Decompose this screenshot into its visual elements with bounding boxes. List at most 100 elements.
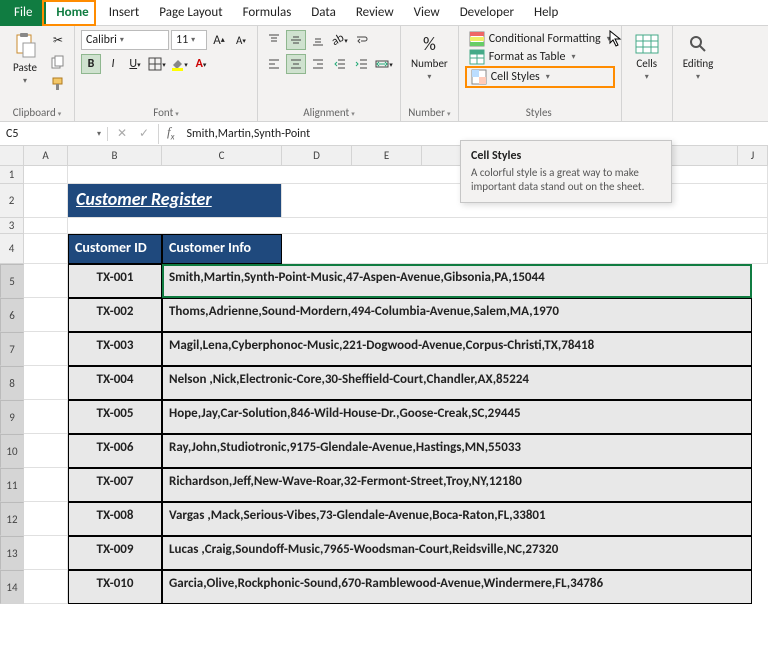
cell-styles-icon: [471, 69, 487, 85]
group-editing: Editing ▾: [673, 26, 724, 121]
tooltip-body: A colorful style is a great way to make …: [471, 166, 661, 194]
table-row[interactable]: 11TX-007Richardson,Jeff,New-Wave-Roar,32…: [0, 468, 768, 502]
group-cells: Cells ▾: [622, 26, 673, 121]
table-icon: [469, 49, 485, 65]
table-row[interactable]: 13TX-009Lucas ,Craig,Soundoff-Music,7965…: [0, 536, 768, 570]
scissors-icon: ✂: [53, 33, 63, 48]
merge-center-button[interactable]: ▾: [374, 54, 394, 74]
tab-row: File Home Insert Page Layout Formulas Da…: [0, 0, 768, 26]
tab-formulas[interactable]: Formulas: [233, 0, 302, 26]
table-row[interactable]: 14TX-010Garcia,Olive,Rockphonic-Sound,67…: [0, 570, 768, 604]
customer-id-cell: TX-010: [68, 570, 162, 604]
page-title: Customer Register: [68, 184, 281, 217]
paste-button[interactable]: Paste ▾: [6, 30, 44, 88]
customer-id-cell: TX-005: [68, 400, 162, 434]
table-row[interactable]: 6TX-002Thoms,Adrienne,Sound-Mordern,494-…: [0, 298, 768, 332]
tab-review[interactable]: Review: [346, 0, 404, 26]
formula-input[interactable]: Smith,Martin,Synth-Point: [183, 127, 768, 141]
row-header-9[interactable]: 9: [0, 400, 24, 434]
row-header-11[interactable]: 11: [0, 468, 24, 502]
border-button[interactable]: ▾: [147, 54, 167, 74]
chevron-down-icon: ▾: [427, 72, 431, 82]
tab-developer[interactable]: Developer: [450, 0, 524, 26]
font-name-select[interactable]: Calibri▾: [81, 30, 169, 50]
chevron-down-icon: ▾: [696, 72, 700, 82]
customer-id-cell: TX-008: [68, 502, 162, 536]
customer-info-cell: Lucas ,Craig,Soundoff-Music,7965-Woodsma…: [162, 536, 752, 570]
col-header-b[interactable]: B: [68, 146, 162, 166]
decrease-font-button[interactable]: A▾: [231, 30, 251, 50]
select-all-corner[interactable]: [0, 146, 24, 166]
increase-font-button[interactable]: A▴: [209, 30, 229, 50]
spreadsheet-grid[interactable]: A B C D E J 1 2 Customer Register 3 4 Cu…: [0, 146, 768, 604]
group-number: % Number ▾ Number: [401, 26, 459, 121]
enter-formula-button[interactable]: ✓: [134, 124, 154, 144]
col-header-j[interactable]: J: [738, 146, 768, 166]
row-header-3[interactable]: 3: [0, 218, 24, 234]
table-row[interactable]: 5TX-001Smith,Martin,Synth-Point-Music,47…: [0, 264, 768, 298]
align-right-button[interactable]: [308, 54, 328, 74]
table-row[interactable]: 12TX-008Vargas ,Mack,Serious-Vibes,73-Gl…: [0, 502, 768, 536]
row-header-6[interactable]: 6: [0, 298, 24, 332]
tab-file[interactable]: File: [0, 0, 46, 26]
fx-icon[interactable]: fx: [159, 124, 183, 143]
tab-view[interactable]: View: [404, 0, 450, 26]
tab-insert[interactable]: Insert: [99, 0, 150, 26]
font-size-select[interactable]: 11▾: [171, 30, 207, 50]
table-row[interactable]: 10TX-006Ray,John,Studiotronic,9175-Glend…: [0, 434, 768, 468]
align-middle-button[interactable]: [286, 30, 306, 50]
number-format-button[interactable]: % Number ▾: [407, 30, 452, 84]
table-row[interactable]: 7TX-003Magil,Lena,Cyberphonoc-Music,221-…: [0, 332, 768, 366]
row-header-4[interactable]: 4: [0, 234, 24, 264]
font-color-button[interactable]: A▾: [191, 54, 211, 74]
align-top-button[interactable]: [264, 30, 284, 50]
row-header-10[interactable]: 10: [0, 434, 24, 468]
group-clipboard: Paste ▾ ✂ Clipboard: [0, 26, 75, 121]
orientation-button[interactable]: ab▾: [330, 30, 350, 50]
align-left-button[interactable]: [264, 54, 284, 74]
row-header-7[interactable]: 7: [0, 332, 24, 366]
underline-button[interactable]: U▾: [125, 54, 145, 74]
col-header-a[interactable]: A: [24, 146, 68, 166]
conditional-formatting-button[interactable]: Conditional Formatting▾: [465, 30, 615, 48]
tab-data[interactable]: Data: [301, 0, 346, 26]
row-header-14[interactable]: 14: [0, 570, 24, 604]
align-center-button[interactable]: [286, 54, 306, 74]
tab-page-layout[interactable]: Page Layout: [149, 0, 232, 26]
format-painter-button[interactable]: [48, 74, 68, 94]
decrease-indent-button[interactable]: [330, 54, 350, 74]
increase-indent-button[interactable]: [352, 54, 372, 74]
cut-button[interactable]: ✂: [48, 30, 68, 50]
editing-button[interactable]: Editing ▾: [679, 30, 718, 84]
table-row[interactable]: 8TX-004Nelson ,Nick,Electronic-Core,30-S…: [0, 366, 768, 400]
wrap-text-button[interactable]: [352, 30, 372, 50]
customer-info-cell: Ray,John,Studiotronic,9175-Glendale-Aven…: [162, 434, 752, 468]
copy-button[interactable]: [48, 52, 68, 72]
bold-button[interactable]: B: [81, 54, 101, 74]
format-as-table-button[interactable]: Format as Table▾: [465, 48, 615, 66]
editing-label: Editing: [683, 58, 714, 70]
row-header-2[interactable]: 2: [0, 184, 24, 218]
tab-home[interactable]: Home: [46, 0, 98, 26]
row-header-5[interactable]: 5: [0, 264, 24, 298]
fill-color-button[interactable]: ▾: [169, 54, 189, 74]
header-customer-id: Customer ID: [68, 234, 162, 264]
row-header-12[interactable]: 12: [0, 502, 24, 536]
align-bottom-button[interactable]: [308, 30, 328, 50]
cells-button[interactable]: Cells ▾: [628, 30, 666, 84]
row-header-8[interactable]: 8: [0, 366, 24, 400]
chevron-down-icon: ▾: [607, 34, 611, 44]
cell-styles-button[interactable]: Cell Styles▾: [465, 66, 615, 88]
table-row[interactable]: 9 TX-005Hope,Jay,Car-Solution,846-Wild-Ho…: [0, 400, 768, 434]
col-header-c[interactable]: C: [162, 146, 282, 166]
customer-id-cell: TX-004: [68, 366, 162, 400]
name-box[interactable]: C5▾: [0, 127, 108, 141]
cancel-formula-button[interactable]: ✕: [112, 124, 132, 144]
row-header-1[interactable]: 1: [0, 166, 24, 184]
row-header-13[interactable]: 13: [0, 536, 24, 570]
tab-help[interactable]: Help: [524, 0, 568, 26]
col-header-d[interactable]: D: [282, 146, 352, 166]
col-header-e[interactable]: E: [352, 146, 422, 166]
italic-button[interactable]: I: [103, 54, 123, 74]
customer-info-cell: Hope,Jay,Car-Solution,846-Wild-House-Dr.…: [162, 400, 752, 434]
